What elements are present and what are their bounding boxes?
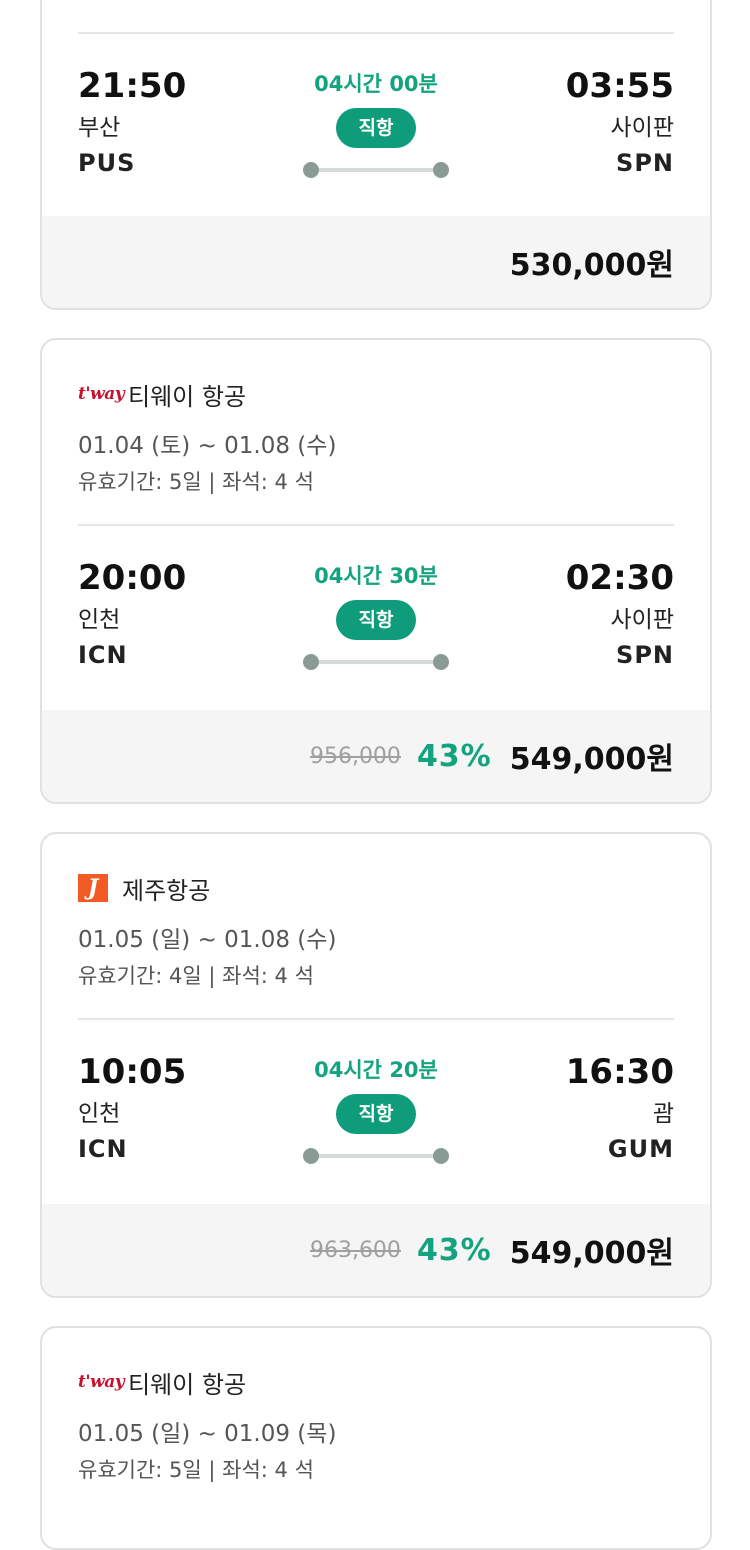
airline-name: 제주항공: [122, 876, 211, 905]
arrival: 16:30 괌 GUM: [566, 1052, 674, 1164]
flight-duration: 04시간 30분: [314, 564, 438, 588]
arrival-time: 16:30: [565, 1052, 674, 1092]
flight-card[interactable]: t'way 티웨이 항공 01.04 (토) ~ 01.08 (수) 유효기간:…: [40, 338, 712, 804]
departure-code: ICN: [78, 641, 128, 669]
travel-dates: 01.05 (일) ~ 01.08 (수): [78, 927, 337, 953]
airline-header: t'way 티웨이 항공: [78, 1364, 246, 1400]
validity-seats: 유효기간: 4일 | 좌석: 4 석: [78, 964, 314, 988]
price-bar: 956,000 43% 549,000원: [42, 710, 710, 802]
arrival-code: SPN: [616, 641, 674, 669]
direct-badge: 직항: [336, 1094, 416, 1134]
arrival-time: 03:55: [565, 66, 674, 106]
flight-card[interactable]: 21:50 부산 PUS 04시간 00분 직항 03:55 사이판 SPN 5…: [40, 0, 712, 310]
divider: [78, 1018, 674, 1020]
flight-info: 21:50 부산 PUS 04시간 00분 직항 03:55 사이판 SPN: [78, 66, 674, 216]
price-bar: 963,600 43% 549,000원: [42, 1204, 710, 1296]
final-price: 530,000원: [509, 248, 674, 283]
departure: 20:00 인천 ICN: [78, 558, 186, 670]
jejuair-logo-icon: J: [78, 874, 108, 902]
original-price: 963,600: [309, 1237, 401, 1263]
arrival-city: 사이판: [610, 115, 674, 141]
flight-route: 04시간 00분 직항: [276, 70, 476, 178]
original-price: 956,000: [309, 743, 401, 769]
arrival: 03:55 사이판 SPN: [566, 66, 674, 178]
flight-info: 20:00 인천 ICN 04시간 30분 직항 02:30 사이판 SPN: [78, 558, 674, 708]
travel-dates: 01.05 (일) ~ 01.09 (목): [78, 1421, 337, 1447]
price-bar: 530,000원: [42, 216, 710, 308]
arrival-city: 사이판: [610, 607, 674, 633]
validity-seats: 유효기간: 5일 | 좌석: 4 석: [78, 470, 314, 494]
arrival-time: 02:30: [565, 558, 674, 598]
discount-rate: 43%: [416, 738, 492, 774]
flight-duration: 04시간 00분: [314, 72, 438, 96]
airline-header: J 제주항공: [78, 870, 210, 906]
direct-badge: 직항: [336, 600, 416, 640]
validity-seats: 유효기간: 5일 | 좌석: 4 석: [78, 1458, 314, 1482]
travel-dates: 01.04 (토) ~ 01.08 (수): [78, 433, 337, 459]
arrival-code: GUM: [607, 1135, 674, 1163]
departure-time: 10:05: [78, 1052, 187, 1092]
discount-rate: 43%: [416, 1232, 492, 1268]
flight-card[interactable]: t'way 티웨이 항공 01.05 (일) ~ 01.09 (목) 유효기간:…: [40, 1326, 712, 1550]
airline-name: 티웨이 항공: [128, 382, 247, 411]
airline-name: 티웨이 항공: [128, 1370, 247, 1399]
airline-header: t'way 티웨이 항공: [78, 376, 246, 412]
flight-card[interactable]: J 제주항공 01.05 (일) ~ 01.08 (수) 유효기간: 4일 | …: [40, 832, 712, 1298]
divider: [78, 524, 674, 526]
flight-route: 04시간 20분 직항: [276, 1056, 476, 1164]
departure-city: 인천: [78, 1101, 121, 1127]
departure-code: PUS: [78, 149, 136, 177]
route-line-icon: [303, 654, 449, 670]
route-line-icon: [303, 1148, 449, 1164]
departure-time: 21:50: [78, 66, 187, 106]
departure-code: ICN: [78, 1135, 128, 1163]
departure: 21:50 부산 PUS: [78, 66, 186, 178]
tway-logo-icon: t'way: [78, 1372, 125, 1392]
arrival-code: SPN: [616, 149, 674, 177]
flight-duration: 04시간 20분: [314, 1058, 438, 1082]
arrival: 02:30 사이판 SPN: [566, 558, 674, 670]
departure-city: 인천: [78, 607, 121, 633]
flight-route: 04시간 30분 직항: [276, 562, 476, 670]
divider: [78, 32, 674, 34]
arrival-city: 괌: [652, 1101, 674, 1127]
departure-city: 부산: [78, 115, 121, 141]
final-price: 549,000원: [509, 742, 674, 777]
tway-logo-icon: t'way: [78, 384, 125, 404]
departure: 10:05 인천 ICN: [78, 1052, 186, 1164]
route-line-icon: [303, 162, 449, 178]
flight-info: 10:05 인천 ICN 04시간 20분 직항 16:30 괌 GUM: [78, 1052, 674, 1202]
direct-badge: 직항: [336, 108, 416, 148]
departure-time: 20:00: [78, 558, 187, 598]
final-price: 549,000원: [509, 1236, 674, 1271]
